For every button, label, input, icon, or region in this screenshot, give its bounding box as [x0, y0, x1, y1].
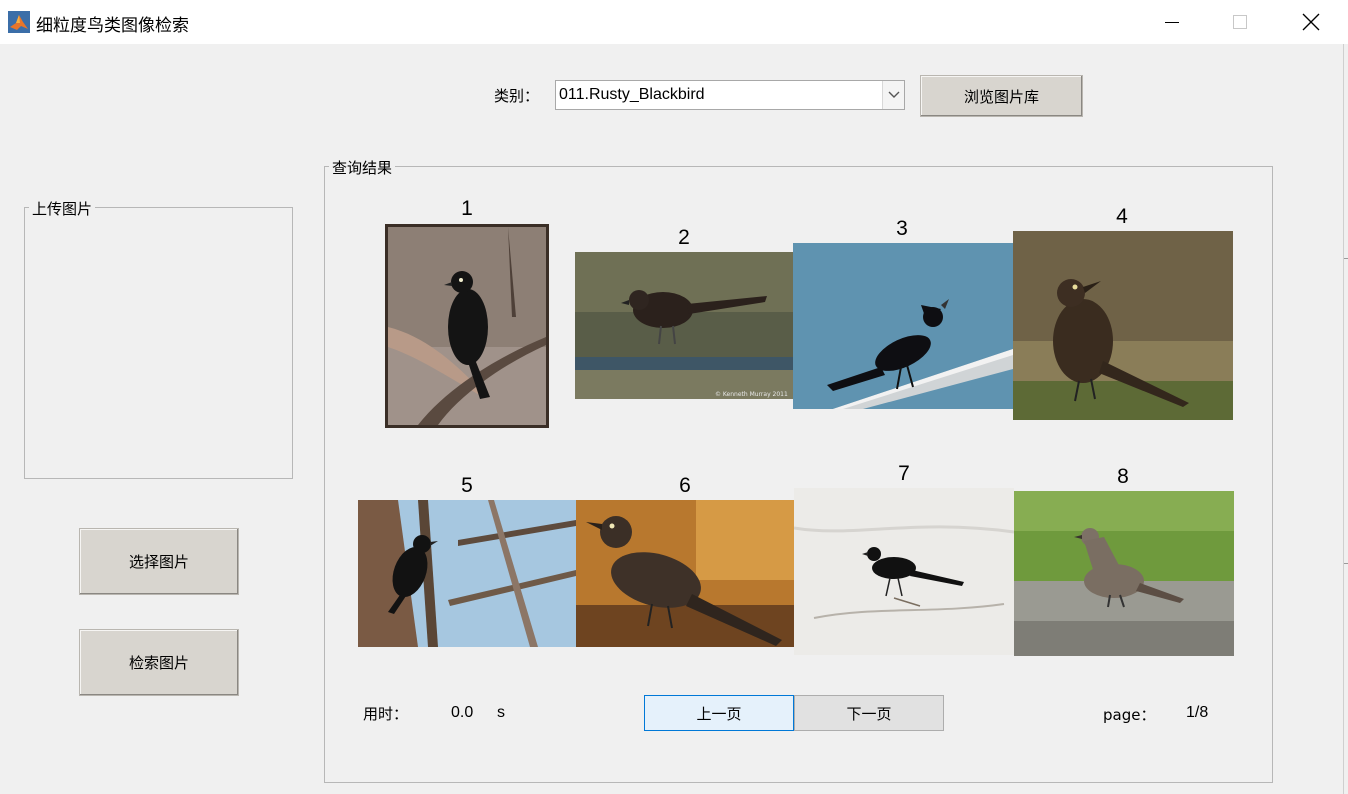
result-image-8[interactable] — [1014, 491, 1234, 656]
upload-panel: 上传图片 — [24, 198, 293, 479]
time-label: 用时： — [363, 705, 409, 723]
maximize-button[interactable] — [1205, 0, 1275, 44]
photo-credit: © Kenneth Murray 2011 — [715, 391, 788, 398]
page-label: page： — [1103, 706, 1156, 724]
result-rank: 5 — [461, 474, 473, 497]
time-unit: s — [497, 704, 505, 721]
result-image-5[interactable] — [358, 500, 576, 647]
result-image-1[interactable] — [385, 224, 549, 428]
title-bar: 细粒度鸟类图像检索 — [0, 0, 1348, 44]
result-rank: 8 — [1117, 465, 1129, 488]
result-rank: 2 — [678, 226, 690, 249]
matlab-logo-icon — [8, 11, 30, 33]
select-image-button[interactable]: 选择图片 — [79, 528, 239, 595]
window-edge — [1343, 44, 1344, 794]
category-select[interactable]: 011.Rusty_Blackbird — [555, 80, 905, 110]
result-rank: 6 — [679, 474, 691, 497]
maximize-icon — [1232, 14, 1248, 30]
result-rank: 1 — [461, 197, 473, 220]
chevron-down-icon[interactable] — [882, 81, 904, 109]
upload-preview-area — [31, 222, 286, 472]
result-image-6[interactable] — [576, 500, 794, 647]
result-image-2[interactable]: © Kenneth Murray 2011 — [575, 252, 793, 399]
time-value: 0.0 — [451, 704, 474, 721]
result-rank: 4 — [1116, 205, 1128, 228]
edge-mark — [1344, 258, 1348, 259]
category-label: 类别： — [494, 87, 540, 105]
window-title: 细粒度鸟类图像检索 — [36, 16, 189, 36]
edge-mark — [1344, 563, 1348, 564]
prev-page-button[interactable]: 上一页 — [644, 695, 794, 731]
results-panel-title: 查询结果 — [329, 157, 396, 178]
upload-panel-title: 上传图片 — [29, 198, 96, 219]
result-image-3[interactable] — [793, 243, 1013, 409]
close-button[interactable] — [1276, 0, 1346, 44]
close-icon — [1302, 13, 1320, 31]
next-page-button[interactable]: 下一页 — [794, 695, 944, 731]
result-rank: 7 — [898, 462, 910, 485]
minimize-button[interactable] — [1137, 0, 1207, 44]
result-rank: 3 — [896, 217, 908, 240]
page-indicator: 1/8 — [1186, 704, 1209, 721]
search-image-button[interactable]: 检索图片 — [79, 629, 239, 696]
result-image-4[interactable] — [1013, 231, 1233, 420]
result-image-7[interactable] — [794, 488, 1014, 655]
browse-gallery-button[interactable]: 浏览图片库 — [920, 75, 1083, 117]
minimize-icon — [1164, 14, 1180, 30]
category-value: 011.Rusty_Blackbird — [559, 86, 705, 103]
